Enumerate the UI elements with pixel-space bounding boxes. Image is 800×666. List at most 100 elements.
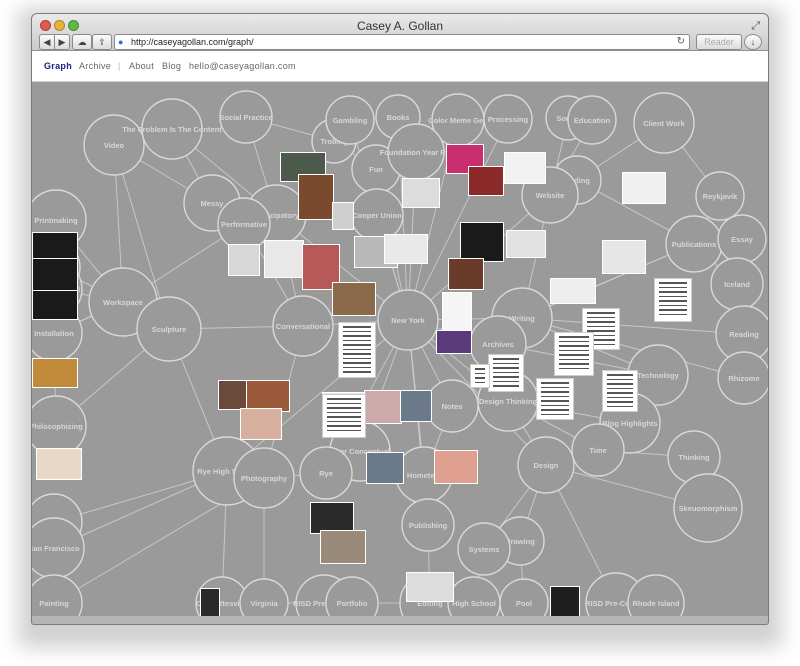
media-thumbnail[interactable] bbox=[460, 222, 504, 262]
nav-link-email[interactable]: hello@caseyagollan.com bbox=[189, 61, 296, 71]
media-thumbnail[interactable] bbox=[402, 178, 440, 208]
media-thumbnail[interactable] bbox=[550, 278, 596, 304]
graph-node[interactable]: Performative bbox=[217, 197, 271, 251]
back-button[interactable]: ◀ bbox=[39, 34, 55, 50]
graph-node-label: Rhode Island bbox=[632, 599, 680, 608]
media-thumbnail[interactable] bbox=[506, 230, 546, 258]
nav-link-graph[interactable]: Graph bbox=[44, 61, 72, 71]
graph-node[interactable]: Photography bbox=[233, 447, 295, 509]
document-thumbnail[interactable] bbox=[654, 278, 692, 322]
graph-node-label: Thinking bbox=[678, 453, 710, 462]
graph-node[interactable]: Philosophizing bbox=[32, 395, 87, 457]
media-thumbnail[interactable] bbox=[32, 358, 78, 388]
media-thumbnail[interactable] bbox=[366, 452, 404, 484]
graph-node[interactable]: Sculpture bbox=[136, 296, 202, 362]
graph-node-label: Publications bbox=[672, 240, 717, 249]
graph-node-label: Notes bbox=[442, 402, 463, 411]
graph-node[interactable]: Conversational bbox=[272, 295, 334, 357]
document-thumbnail[interactable] bbox=[470, 364, 490, 388]
share-button[interactable]: ⇪ bbox=[92, 34, 112, 50]
graph-node[interactable]: San Francisco bbox=[32, 517, 85, 579]
graph-node-label: Essay bbox=[731, 235, 754, 244]
graph-node[interactable]: Publishing bbox=[401, 498, 455, 552]
media-thumbnail[interactable] bbox=[406, 572, 454, 602]
media-thumbnail[interactable] bbox=[264, 240, 304, 278]
horizontal-scrollbar[interactable] bbox=[32, 616, 768, 624]
media-thumbnail[interactable] bbox=[384, 234, 428, 264]
graph-node-label: Design Thinking bbox=[479, 397, 538, 406]
reload-icon[interactable]: ↻ bbox=[677, 35, 685, 49]
media-thumbnail[interactable] bbox=[32, 258, 78, 292]
graph-node[interactable]: Iceland bbox=[710, 257, 764, 311]
graph-node[interactable]: Gambling bbox=[325, 95, 375, 145]
graph-node-label: The Problem Is The Content bbox=[122, 125, 222, 134]
graph-node[interactable]: Publications bbox=[665, 215, 723, 273]
graph-node-label: Technology bbox=[637, 371, 679, 380]
nav-separator: | bbox=[118, 61, 121, 71]
graph-node-label: Books bbox=[387, 113, 410, 122]
graph-node[interactable]: Time bbox=[571, 423, 625, 477]
graph-node-label: Client Work bbox=[643, 119, 685, 128]
media-thumbnail[interactable] bbox=[364, 390, 402, 424]
media-thumbnail[interactable] bbox=[400, 390, 432, 422]
graph-canvas[interactable]: Video The Problem Is The Content Social Pr… bbox=[32, 82, 768, 624]
graph-node-label: Conversational bbox=[276, 322, 330, 331]
media-thumbnail[interactable] bbox=[436, 330, 472, 354]
graph-node[interactable]: Video bbox=[83, 114, 145, 176]
document-thumbnail[interactable] bbox=[488, 354, 524, 392]
document-thumbnail[interactable] bbox=[338, 322, 376, 378]
graph-node[interactable]: Skeuomorphism bbox=[673, 473, 743, 543]
graph-node-label: Iceland bbox=[724, 280, 750, 289]
graph-node[interactable]: Essay bbox=[717, 214, 767, 264]
graph-node-label: Painting bbox=[39, 599, 69, 608]
graph-node[interactable]: Education bbox=[567, 95, 617, 145]
address-bar[interactable]: ● http://caseyagollan.com/graph/ ↻ bbox=[114, 34, 690, 50]
media-thumbnail[interactable] bbox=[602, 240, 646, 274]
nav-link-archive[interactable]: Archive bbox=[79, 61, 111, 71]
media-thumbnail[interactable] bbox=[298, 174, 334, 220]
media-thumbnail[interactable] bbox=[448, 258, 484, 290]
graph-node[interactable]: Client Work bbox=[633, 92, 695, 154]
graph-node[interactable]: Systems bbox=[457, 522, 511, 576]
graph-node-label: Video bbox=[104, 141, 125, 150]
media-thumbnail[interactable] bbox=[32, 290, 78, 320]
chevron-left-icon: ◀ bbox=[43, 37, 51, 47]
media-thumbnail[interactable] bbox=[320, 530, 366, 564]
graph-node[interactable]: Design bbox=[517, 436, 575, 494]
download-button[interactable]: ↓ bbox=[744, 34, 762, 50]
chevron-right-icon: ▶ bbox=[58, 37, 66, 47]
reader-button[interactable]: Reader bbox=[696, 34, 742, 50]
media-thumbnail[interactable] bbox=[36, 448, 82, 480]
media-thumbnail[interactable] bbox=[240, 408, 282, 440]
document-thumbnail[interactable] bbox=[554, 332, 594, 376]
media-thumbnail[interactable] bbox=[504, 152, 546, 184]
icloud-tabs-button[interactable]: ☁ bbox=[72, 34, 92, 50]
graph-node-label: Virginia bbox=[250, 599, 278, 608]
media-thumbnail[interactable] bbox=[332, 202, 354, 230]
media-thumbnail[interactable] bbox=[622, 172, 666, 204]
nav-link-about[interactable]: About bbox=[129, 61, 154, 71]
media-thumbnail[interactable] bbox=[550, 586, 580, 618]
graph-node-label: Processing bbox=[488, 115, 529, 124]
graph-node[interactable]: Reykjavik bbox=[695, 171, 745, 221]
document-thumbnail[interactable] bbox=[536, 378, 574, 420]
fullscreen-icon[interactable]: ⤢ bbox=[751, 20, 760, 33]
graph-node[interactable]: Rhizome bbox=[717, 351, 768, 405]
document-thumbnail[interactable] bbox=[322, 394, 366, 438]
document-thumbnail[interactable] bbox=[602, 370, 638, 412]
graph-nodes: Video The Problem Is The Content Social Pr… bbox=[32, 90, 768, 624]
media-thumbnail[interactable] bbox=[468, 166, 504, 196]
media-thumbnail[interactable] bbox=[434, 450, 478, 484]
forward-button[interactable]: ▶ bbox=[54, 34, 70, 50]
share-icon: ⇪ bbox=[98, 37, 106, 47]
graph-node[interactable]: Social Practice bbox=[219, 90, 273, 144]
graph-node[interactable]: Processing bbox=[483, 94, 533, 144]
media-thumbnail[interactable] bbox=[228, 244, 260, 276]
graph-node[interactable]: New York bbox=[377, 289, 439, 351]
graph-node-label: San Francisco bbox=[32, 544, 80, 553]
media-thumbnail[interactable] bbox=[332, 282, 376, 316]
media-thumbnail[interactable] bbox=[442, 292, 472, 332]
graph-node[interactable]: Rye bbox=[299, 446, 353, 500]
graph-node-label: Foundation Year Pre bbox=[380, 148, 453, 157]
nav-link-blog[interactable]: Blog bbox=[162, 61, 181, 71]
